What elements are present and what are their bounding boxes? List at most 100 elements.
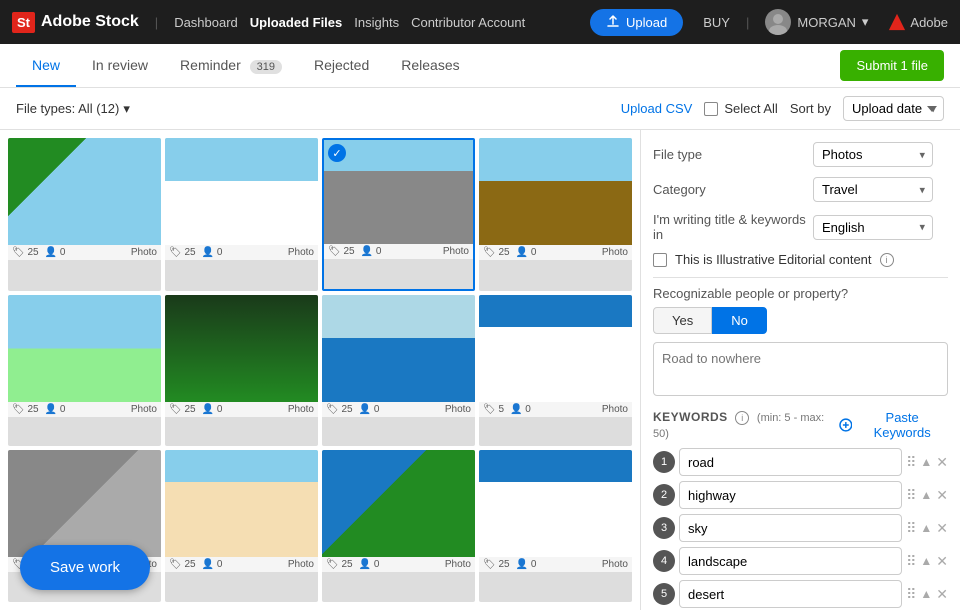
image-cell-4[interactable]: 🏷 25👤 0 Photo (479, 138, 632, 291)
upload-csv-button[interactable]: Upload CSV (621, 101, 693, 116)
drag-handle-3[interactable]: ⠿ (906, 520, 916, 537)
yes-no-buttons: Yes No (653, 307, 948, 334)
no-button[interactable]: No (712, 307, 767, 334)
panel-divider (653, 277, 948, 278)
yes-button[interactable]: Yes (653, 307, 712, 334)
delete-keyword-2[interactable]: ✕ (936, 487, 948, 504)
image-cell-6[interactable]: 🏷 25👤 0 Photo (165, 295, 318, 447)
img-meta-1: 🏷 25 👤 0 Photo (8, 245, 161, 260)
tab-reminder[interactable]: Reminder 319 (164, 45, 298, 87)
upload-icon (606, 15, 620, 29)
nav-dashboard[interactable]: Dashboard (174, 15, 238, 30)
editorial-info-icon[interactable]: i (880, 253, 894, 267)
tab-releases[interactable]: Releases (385, 45, 475, 87)
right-panel: File type Photos Video Illustration Cate… (640, 130, 960, 610)
img-meta-2: 🏷 25👤 0 Photo (165, 245, 318, 260)
file-type-row: File type Photos Video Illustration (653, 142, 948, 167)
file-types-button[interactable]: File types: All (12) ▾ (16, 101, 130, 117)
category-select[interactable]: Travel Nature Sports (813, 177, 933, 202)
img-meta-6: 🏷 25👤 0 Photo (165, 402, 318, 417)
keyword-input-3[interactable] (679, 514, 902, 542)
editorial-row: This is Illustrative Editorial content i (653, 252, 948, 267)
file-type-select[interactable]: Photos Video Illustration (813, 142, 933, 167)
tab-new[interactable]: New (16, 45, 76, 87)
keyword-input-5[interactable] (679, 580, 902, 608)
image-cell-12[interactable]: 🏷 25👤 0 Photo (479, 450, 632, 602)
move-up-5[interactable]: ▲ (920, 587, 932, 601)
nav-divider: | (155, 15, 158, 30)
nav-uploaded-files[interactable]: Uploaded Files (250, 15, 342, 30)
drag-handle-4[interactable]: ⠿ (906, 553, 916, 570)
img-meta-12: 🏷 25👤 0 Photo (479, 557, 632, 572)
avatar (765, 9, 791, 35)
move-up-1[interactable]: ▲ (920, 455, 932, 469)
nav-insights[interactable]: Insights (354, 15, 399, 30)
chevron-down-icon: ▾ (862, 14, 869, 30)
keyword-input-2[interactable] (679, 481, 902, 509)
adobe-area: Adobe (888, 13, 948, 31)
language-select[interactable]: English French German (813, 215, 933, 240)
sort-by-label: Sort by (790, 101, 831, 116)
recognizable-row: Recognizable people or property? Yes No (653, 286, 948, 334)
tab-in-review[interactable]: In review (76, 45, 164, 87)
file-type-select-wrap: Photos Video Illustration (813, 142, 933, 167)
user-name: MORGAN (797, 15, 856, 30)
delete-keyword-3[interactable]: ✕ (936, 520, 948, 537)
img-meta-10: 🏷 25👤 0 Photo (165, 557, 318, 572)
img-meta-7: 🏷 25👤 0 Photo (322, 402, 475, 417)
image-cell-5[interactable]: 🏷 25👤 0 Photo (8, 295, 161, 447)
tab-rejected[interactable]: Rejected (298, 45, 385, 87)
keyword-num-3: 3 (653, 517, 675, 539)
select-all-area[interactable]: Select All (704, 101, 777, 116)
image-cell-11[interactable]: 🏷 25👤 0 Photo (322, 450, 475, 602)
adobe-icon (888, 13, 906, 31)
reminder-badge: 319 (250, 60, 282, 74)
keyword-input-1[interactable] (679, 448, 902, 476)
title-textarea[interactable] (653, 342, 948, 396)
category-select-wrap: Travel Nature Sports (813, 177, 933, 202)
image-grid: 🏷 25 👤 0 Photo 🏷 25👤 0 Photo ✓ (0, 130, 640, 610)
keyword-num-1: 1 (653, 451, 675, 473)
save-work-button[interactable]: Save work (20, 545, 150, 590)
sort-select[interactable]: Upload date File name Status (843, 96, 944, 121)
drag-handle-5[interactable]: ⠿ (906, 586, 916, 603)
keyword-row-2: 2 ⠿ ▲ ✕ (653, 481, 948, 509)
user-area[interactable]: MORGAN ▾ (765, 9, 868, 35)
editorial-checkbox[interactable] (653, 253, 667, 267)
move-up-2[interactable]: ▲ (920, 488, 932, 502)
keywords-label: KEYWORDS (653, 410, 728, 424)
move-up-3[interactable]: ▲ (920, 521, 932, 535)
nav-contributor-account[interactable]: Contributor Account (411, 15, 525, 30)
image-cell-10[interactable]: 🏷 25👤 0 Photo (165, 450, 318, 602)
delete-keyword-4[interactable]: ✕ (936, 553, 948, 570)
buy-link[interactable]: BUY (703, 15, 730, 30)
keyword-row-3: 3 ⠿ ▲ ✕ (653, 514, 948, 542)
drag-handle-1[interactable]: ⠿ (906, 454, 916, 471)
delete-keyword-1[interactable]: ✕ (936, 454, 948, 471)
chevron-down-icon: ▾ (123, 101, 130, 117)
submit-button[interactable]: Submit 1 file (840, 50, 944, 81)
keyword-num-2: 2 (653, 484, 675, 506)
select-all-checkbox[interactable] (704, 102, 718, 116)
keyword-row-4: 4 ⠿ ▲ ✕ (653, 547, 948, 575)
logo-st: St (12, 12, 35, 33)
paste-keywords-button[interactable]: Paste Keywords (839, 410, 948, 440)
delete-keyword-5[interactable]: ✕ (936, 586, 948, 603)
image-cell-1[interactable]: 🏷 25 👤 0 Photo (8, 138, 161, 291)
image-cell-7[interactable]: 🏷 25👤 0 Photo (322, 295, 475, 447)
main-layout: 🏷 25 👤 0 Photo 🏷 25👤 0 Photo ✓ (0, 130, 960, 610)
image-cell-8[interactable]: 🏷 5👤 0 Photo (479, 295, 632, 447)
image-cell-3[interactable]: ✓ 🏷 25👤 0 Photo (322, 138, 475, 291)
img-meta-8: 🏷 5👤 0 Photo (479, 402, 632, 417)
upload-button[interactable]: Upload (590, 9, 683, 36)
logo-area: St Adobe Stock (12, 12, 139, 33)
keyword-input-4[interactable] (679, 547, 902, 575)
avatar-icon (765, 9, 791, 35)
language-select-wrap: English French German (813, 215, 933, 240)
category-row: Category Travel Nature Sports (653, 177, 948, 202)
drag-handle-2[interactable]: ⠿ (906, 487, 916, 504)
move-up-4[interactable]: ▲ (920, 554, 932, 568)
keywords-info-icon[interactable]: i (735, 411, 749, 425)
img-meta-3: 🏷 25👤 0 Photo (324, 244, 473, 259)
image-cell-2[interactable]: 🏷 25👤 0 Photo (165, 138, 318, 291)
